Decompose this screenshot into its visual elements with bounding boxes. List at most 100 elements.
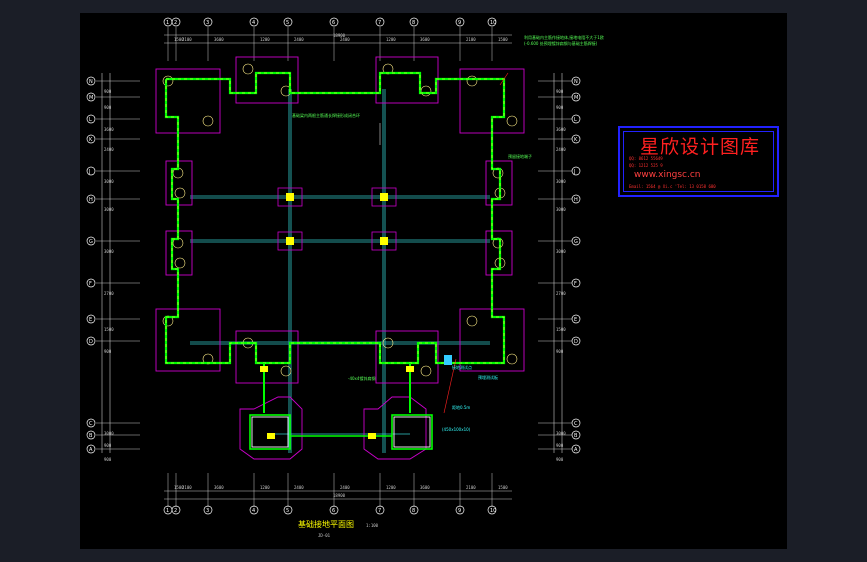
grid-beams (190, 89, 490, 453)
right-axis-label: C (574, 421, 578, 427)
left-axis-label: B (89, 433, 93, 439)
plan-scale: 1:100 (366, 523, 379, 528)
note-bottom-right-1: 接地测试点 (452, 364, 472, 370)
left-axis-label: F (89, 281, 92, 287)
left-axis-label: E (89, 317, 92, 323)
left-dim-label: 2400 (104, 147, 114, 152)
anchor-bolt (506, 115, 518, 127)
top-axis-label: 10 (490, 20, 496, 26)
column (286, 193, 294, 201)
left-dim-label: 900 (104, 105, 112, 110)
anchor-bolt (202, 115, 214, 127)
bottom-axis-label: 1 (166, 508, 169, 514)
bottom-axis-label: 2 (174, 508, 177, 514)
left-axis-label: J (88, 169, 90, 175)
left-dim-label: 900 (104, 457, 112, 462)
right-axis-label: D (574, 339, 578, 345)
watermark-title: 星欣设计图库 (640, 136, 761, 158)
note-bottom-right-2: 预埋测试板 (478, 374, 498, 380)
bottom-overall-dim: 18900 (333, 493, 346, 498)
note-bottom-right-3: 距地0.5m (452, 404, 470, 410)
anchor-bolt (174, 187, 186, 199)
pile-cap-right (393, 416, 431, 448)
bottom-axis-label: 5 (286, 508, 289, 514)
watermark-box: 星欣设计图库 QQ: 8612 55649 QQ: 1212 525 9 www… (618, 126, 779, 197)
plan-subtitle: JD-01 (318, 533, 331, 538)
right-dim-label: 3600 (556, 127, 566, 132)
anchor-bolt (466, 315, 478, 327)
bottom-dim-label: 2400 (340, 485, 350, 490)
bottom-axis-label: 6 (332, 508, 335, 514)
top-dim-label: 1500 (498, 37, 508, 42)
left-dim-label: 1500 (104, 327, 114, 332)
left-axis-label: C (89, 421, 93, 427)
foundation-grounding-plan[interactable]: 1 1500 1 1500 2 2100 2 2100 3 3600 3 3600 4 1200 4 1200… (80, 13, 787, 549)
left-axis-label: L (89, 117, 92, 123)
weld-point (267, 433, 275, 439)
right-axis-label: A (574, 447, 578, 453)
left-dim-label: 3600 (104, 127, 114, 132)
top-dim-label: 2400 (294, 37, 304, 42)
bottom-dim-label: 3600 (420, 485, 430, 490)
top-dim-label: 3600 (214, 37, 224, 42)
top-overall-dim: 18900 (333, 33, 346, 38)
right-axis-label: G (574, 239, 578, 245)
top-dim-label: 3600 (420, 37, 430, 42)
left-axis-label: G (89, 239, 93, 245)
left-axis-label: N (89, 79, 93, 85)
model-space[interactable]: 1 1500 1 1500 2 2100 2 2100 3 3600 3 3600 4 1200 4 1200… (80, 13, 787, 549)
anchor-bolt (174, 257, 186, 269)
left-dim-label: 2700 (104, 291, 114, 296)
right-axis-label: B (574, 433, 578, 439)
watermark-line-1: QQ: 8612 55649 (629, 156, 663, 161)
top-axis-label: 2 (174, 20, 177, 26)
anchor-bolt (420, 365, 432, 377)
right-axis-label: H (574, 197, 578, 203)
right-dim-label: 3000 (556, 179, 566, 184)
anchor-bolt (382, 337, 394, 349)
bottom-dim-label: 2100 (182, 485, 192, 490)
bottom-axis-label: 8 (412, 508, 415, 514)
test-point-box (444, 355, 452, 365)
right-dim-label: 3000 (556, 207, 566, 212)
right-dim-label: 900 (556, 349, 564, 354)
grounding-loop (164, 71, 509, 450)
left-axis-label: A (89, 447, 93, 453)
column (380, 237, 388, 245)
columns (260, 187, 414, 439)
foundation-pad (459, 308, 525, 372)
anchor-bolt (280, 365, 292, 377)
pile-cap-left (251, 416, 289, 448)
top-axis-label: 8 (412, 20, 415, 26)
bottom-dim-label: 2100 (466, 485, 476, 490)
left-axis-label: M (89, 95, 93, 101)
right-axis-label: M (574, 95, 578, 101)
right-dim-label: 2400 (556, 147, 566, 152)
top-axis-label: 9 (458, 20, 461, 26)
left-axis-label: H (89, 197, 93, 203)
note-bottom-center: -40x4镀锌扁钢 (348, 375, 375, 381)
watermark-line-2: QQ: 1212 525 9 (629, 163, 663, 168)
bottom-dim-label: 1200 (260, 485, 270, 490)
right-dim-label: 1500 (556, 327, 566, 332)
top-axis-label: 4 (252, 20, 255, 26)
bottom-dim-label: 1200 (386, 485, 396, 490)
anchor-bolt (420, 85, 432, 97)
anchor-bolt (466, 75, 478, 87)
left-dim-label: 3000 (104, 207, 114, 212)
watermark-url: www.xingsc.cn (634, 170, 701, 180)
column (380, 193, 388, 201)
bottom-axis-label: 3 (206, 508, 209, 514)
right-axis-label: K (574, 137, 578, 143)
top-dim-label: 2100 (466, 37, 476, 42)
bottom-axis-label: 10 (490, 508, 496, 514)
top-dim-label: 1200 (260, 37, 270, 42)
left-dim-label: 3000 (104, 249, 114, 254)
plan-title: 基础接地平面图 (298, 519, 354, 529)
right-axis-label: N (574, 79, 578, 85)
right-axis-label: E (574, 317, 577, 323)
left-dim-label: 3000 (104, 179, 114, 184)
bottom-dim-label: 2400 (294, 485, 304, 490)
right-axis-label: L (574, 117, 577, 123)
weld-point (368, 433, 376, 439)
